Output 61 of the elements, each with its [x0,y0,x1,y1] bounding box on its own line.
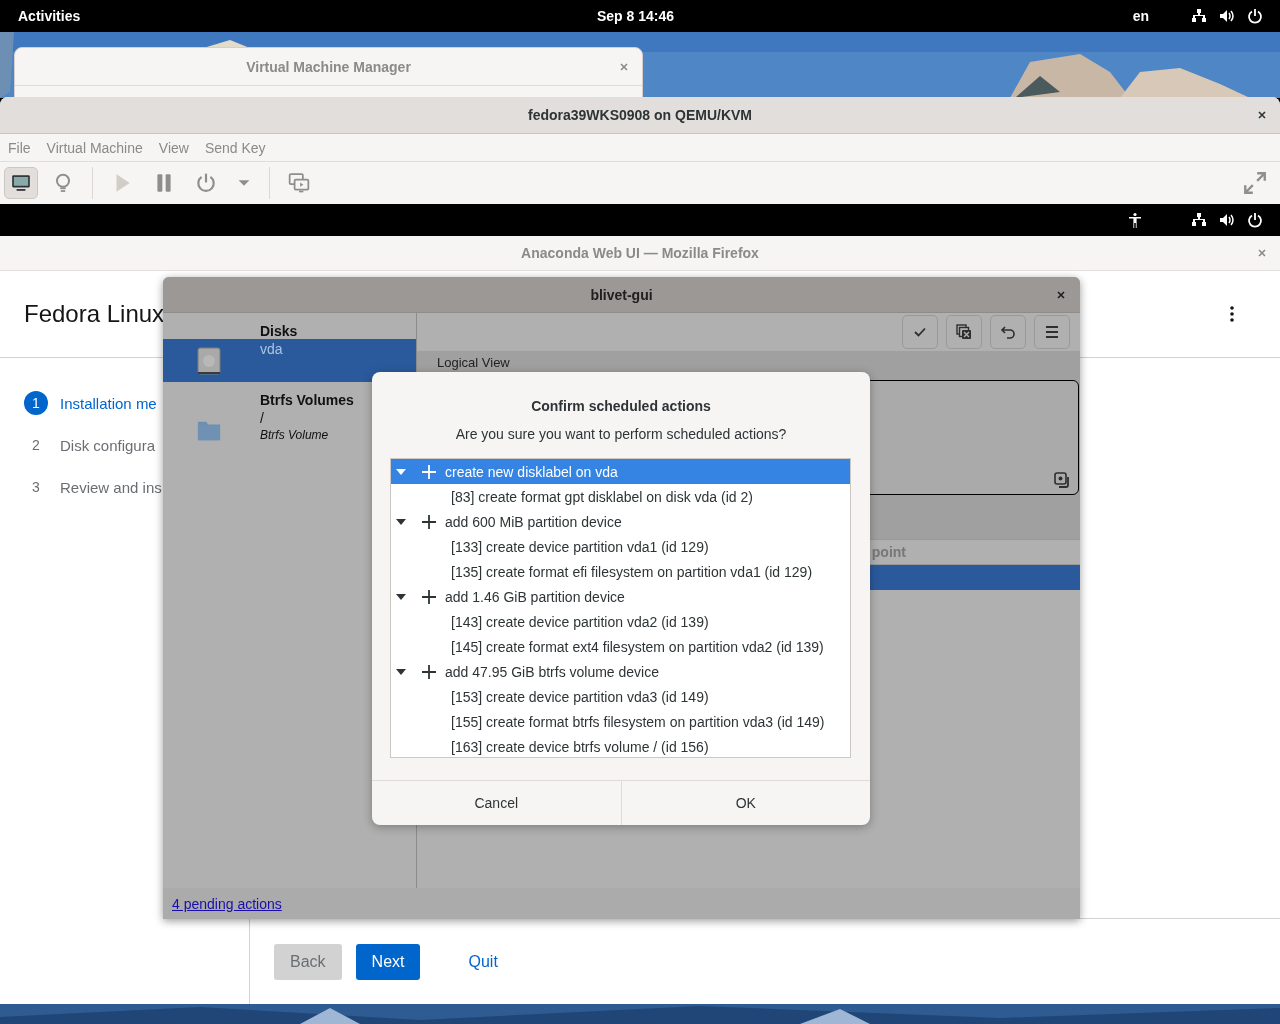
dialog-button[interactable]: OK [620,781,870,825]
close-icon[interactable] [1257,110,1267,120]
wizard-step[interactable]: 2 Disk configura [24,424,156,466]
kebab-menu-icon[interactable] [1230,306,1234,322]
power-icon[interactable] [1247,8,1263,24]
undo-button[interactable] [990,315,1026,349]
dialog-title: Confirm scheduled actions [531,398,711,414]
device-item[interactable]: vda [163,339,416,382]
tree-row[interactable]: create new disklabel on vda [391,459,850,484]
tree-row[interactable]: [145] create format ext4 filesystem on partition vda2 (id 139) [391,634,850,659]
network-icon[interactable] [1191,8,1207,24]
section-heading: Btrfs Volumes [259,391,355,408]
tree-row[interactable]: add 47.95 GiB btrfs volume device [391,659,850,684]
device-item[interactable]: / Btrfs Volume [163,408,416,451]
tree-row[interactable]: [163] create device btrfs volume / (id 156) [391,734,850,759]
volume-icon[interactable] [1219,212,1235,228]
menu-button[interactable] [1034,315,1070,349]
close-icon[interactable] [1056,290,1066,300]
clock[interactable]: Sep 8 14:46 [597,8,675,24]
network-icon[interactable] [1191,212,1207,228]
tree-row[interactable]: [133] create device partition vda1 (id 129) [391,534,850,559]
dialog-button[interactable]: Cancel [372,781,621,825]
fullscreen-icon[interactable] [1242,170,1268,196]
keyboard-language[interactable]: en [1132,8,1149,24]
power-icon[interactable] [1247,212,1263,228]
tree-row[interactable]: [143] create device partition vda2 (id 139) [391,609,850,634]
plus-icon [422,589,436,604]
menu-icon [1044,324,1060,340]
pending-actions-link[interactable]: 4 pending actions [172,895,282,912]
tree-row[interactable]: add 1.46 GiB partition device [391,584,850,609]
window-title: Virtual Machine Manager [246,58,411,75]
wizard-step[interactable]: 3 Review and ins [24,466,162,508]
view-label: Logical View [437,355,510,370]
device-name: vda [260,341,283,357]
clear-button[interactable] [946,315,982,349]
product-name: Fedora Linux [24,300,165,328]
section-heading: Disks [259,322,299,339]
tree-row[interactable]: [135] create format efi filesystem on partition vda1 (id 129) [391,559,850,584]
activities-button[interactable]: Activities [18,8,81,24]
tree-row[interactable]: [83] create format gpt disklabel on disk vda (id 2) [391,484,850,509]
window-title: fedora39WKS0908 on QEMU/KVM [527,107,753,123]
quit-link[interactable]: Quit [452,943,514,980]
dialog-message: Are you sure you want to perform scheduled actions? [455,426,787,442]
window-title: blivet-gui [590,286,653,303]
device-name: / [260,410,265,426]
tree-row[interactable]: [153] create device partition vda3 (id 149) [391,684,850,709]
device-type: Btrfs Volume [260,428,329,442]
plus-icon [422,664,436,679]
undo-icon [1000,324,1016,340]
volume-icon[interactable] [1219,8,1235,24]
window-title: Anaconda Web UI — Mozilla Firefox [521,245,759,261]
tree-row[interactable]: add 600 MiB partition device [391,509,850,534]
plus-icon [422,464,436,479]
stacked-squares-icon [956,324,972,340]
plus-icon [422,514,436,529]
next-button[interactable]: Next [355,943,421,980]
wizard-step[interactable]: 1 Installation me [24,382,157,424]
copy-icon[interactable] [1054,472,1070,488]
accessibility-icon[interactable] [1127,212,1143,228]
monitor-icon[interactable] [4,167,38,199]
tree-row[interactable]: [155] create format btrfs filesystem on partition vda3 (id 149) [391,709,850,734]
